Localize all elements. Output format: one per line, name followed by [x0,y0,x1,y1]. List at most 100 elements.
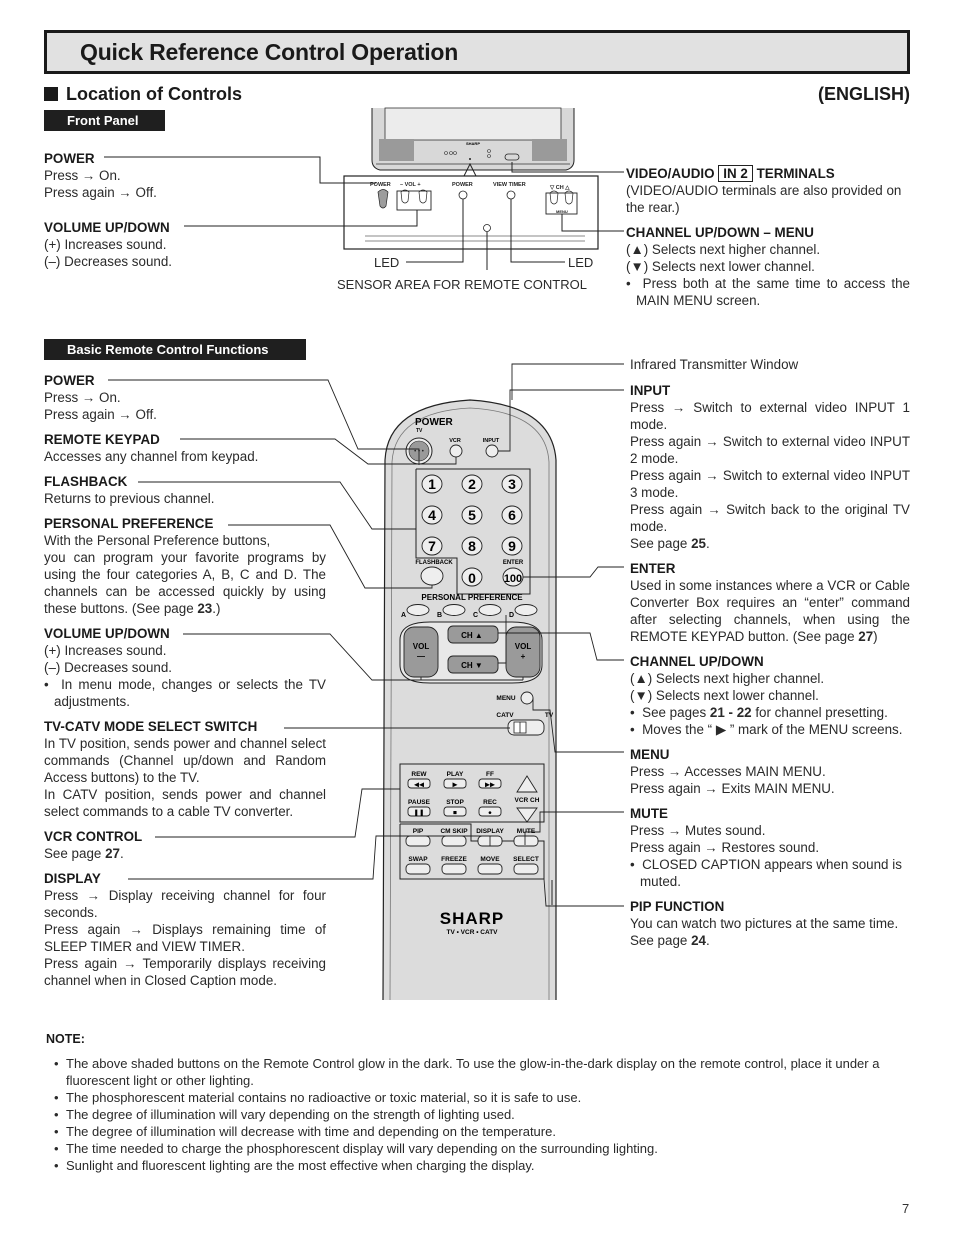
mute-button[interactable]: MUTE [513,828,539,847]
svg-text:9: 9 [508,538,516,554]
svg-text:PIP: PIP [413,828,424,835]
svg-text:▽ CH △: ▽ CH △ [549,184,570,191]
svg-text:STOP: STOP [446,799,464,806]
digit-6-button[interactable]: 6 [501,505,523,525]
speaker-right [532,139,567,161]
svg-text:– VOL +: – VOL + [400,182,421,188]
pause-button[interactable]: PAUSE ❚❚ [407,799,431,817]
cm-skip-button[interactable]: CM SKIP [440,828,468,847]
digit-2-button[interactable]: 2 [461,474,483,494]
tv-vol-up-button [418,189,428,204]
move-button[interactable]: MOVE [477,856,503,875]
speaker-left [379,139,414,161]
svg-text:VCR: VCR [449,438,461,444]
vcr-power-button[interactable] [449,444,463,458]
svg-text:TV: TV [545,712,554,719]
svg-text:CM SKIP: CM SKIP [440,828,468,835]
led-left-label: LED [374,255,399,270]
remote-sensor [483,224,491,232]
stop-button[interactable]: STOP ■ [443,799,467,817]
remote-illustration: POWER TV • • • VCR INPUT 1 2 34 5 67 8 9 FLASH… [108,363,624,1000]
svg-text:0: 0 [468,570,476,586]
svg-text:8: 8 [468,538,476,554]
pause-icon: ❚❚ [414,809,425,817]
power-led [458,190,468,200]
svg-text:TV • VCR • CATV: TV • VCR • CATV [446,929,498,936]
svg-text:MOVE: MOVE [480,856,500,863]
svg-text:POWER: POWER [415,417,454,428]
svg-text:VOL: VOL [413,642,430,651]
input-button[interactable] [485,444,499,458]
svg-text:—: — [417,652,425,661]
svg-text:MENU: MENU [556,209,568,214]
svg-text:5: 5 [468,507,476,523]
tv-front-panel-illustration: SHARP POWER – VOL + POWER VIEW TIMER ▽ C… [104,107,624,292]
flashback-button[interactable] [420,566,444,586]
svg-text:CH ▲: CH ▲ [461,631,483,640]
note-heading: NOTE: [46,1032,85,1046]
select-button[interactable]: SELECT [513,856,539,875]
digit-3-button[interactable]: 3 [501,474,523,494]
svg-text:3: 3 [508,476,516,492]
note-item: Sunlight and fluorescent lighting are th… [44,1157,914,1174]
digit-8-button[interactable]: 8 [461,536,483,556]
ff-icon: ▶▶ [485,782,496,789]
svg-text:MENU: MENU [496,695,515,702]
svg-text:INPUT: INPUT [483,438,500,444]
swap-button[interactable]: SWAP [405,856,431,875]
menu-button[interactable] [520,691,534,705]
svg-text:VCR CH: VCR CH [515,797,540,804]
remote-brand-logo: SHARP [440,909,505,928]
svg-text:4: 4 [428,507,436,523]
digit-4-button[interactable]: 4 [421,505,443,525]
digit-5-button[interactable]: 5 [461,505,483,525]
tv-body: SHARP [371,107,575,171]
svg-text:7: 7 [428,538,436,554]
svg-text:2: 2 [468,476,476,492]
led-right-label: LED [568,255,593,270]
note-list: The above shaded buttons on the Remote C… [44,1055,914,1174]
svg-text:PERSONAL PREFERENCE: PERSONAL PREFERENCE [421,593,523,602]
keypad: 1 2 3 4 5 6 7 8 9 [421,474,523,556]
digit-1-button[interactable]: 1 [421,474,443,494]
note-item: The phosphorescent material contains no … [44,1089,914,1106]
tv-brand-label: SHARP [466,141,480,146]
sensor-area-label: SENSOR AREA FOR REMOTE CONTROL [337,277,587,292]
svg-text:POWER: POWER [452,182,473,188]
svg-text:DISPLAY: DISPLAY [476,828,504,835]
svg-text:VOL: VOL [515,642,532,651]
svg-text:REC: REC [483,799,497,806]
note-item: The degree of illumination will decrease… [44,1123,914,1140]
svg-text:TV: TV [416,428,423,434]
svg-text:CATV: CATV [496,712,514,719]
svg-text:MUTE: MUTE [517,828,536,835]
svg-text:ENTER: ENTER [503,560,524,566]
digit-7-button[interactable]: 7 [421,536,443,556]
freeze-button[interactable]: FREEZE [441,856,467,875]
svg-text:C: C [473,612,478,619]
note-item: The time needed to charge the phosphores… [44,1140,914,1157]
svg-text:1: 1 [428,476,436,492]
svg-text:PLAY: PLAY [447,771,464,778]
svg-text:6: 6 [508,507,516,523]
rew-icon: ◀◀ [414,782,425,789]
svg-text:PAUSE: PAUSE [408,799,431,806]
page-number: 7 [902,1201,910,1216]
svg-text:FREEZE: FREEZE [441,856,467,863]
svg-text:REW: REW [411,771,427,778]
svg-text:D: D [509,612,514,619]
tv-vol-down-button [400,189,410,204]
svg-text:CH ▼: CH ▼ [461,661,483,670]
svg-text:SWAP: SWAP [408,856,428,863]
stop-icon: ■ [453,810,457,817]
svg-text:A: A [401,612,406,619]
svg-text:FF: FF [486,771,494,778]
view-timer-led [506,190,516,200]
svg-text:B: B [437,612,442,619]
digit-9-button[interactable]: 9 [501,536,523,556]
svg-text:FLASHBACK: FLASHBACK [415,560,453,566]
note-item: The degree of illumination will vary dep… [44,1106,914,1123]
play-button[interactable]: PLAY▶ [443,771,467,789]
svg-text:100: 100 [504,573,522,585]
note-item: The above shaded buttons on the Remote C… [44,1055,914,1089]
